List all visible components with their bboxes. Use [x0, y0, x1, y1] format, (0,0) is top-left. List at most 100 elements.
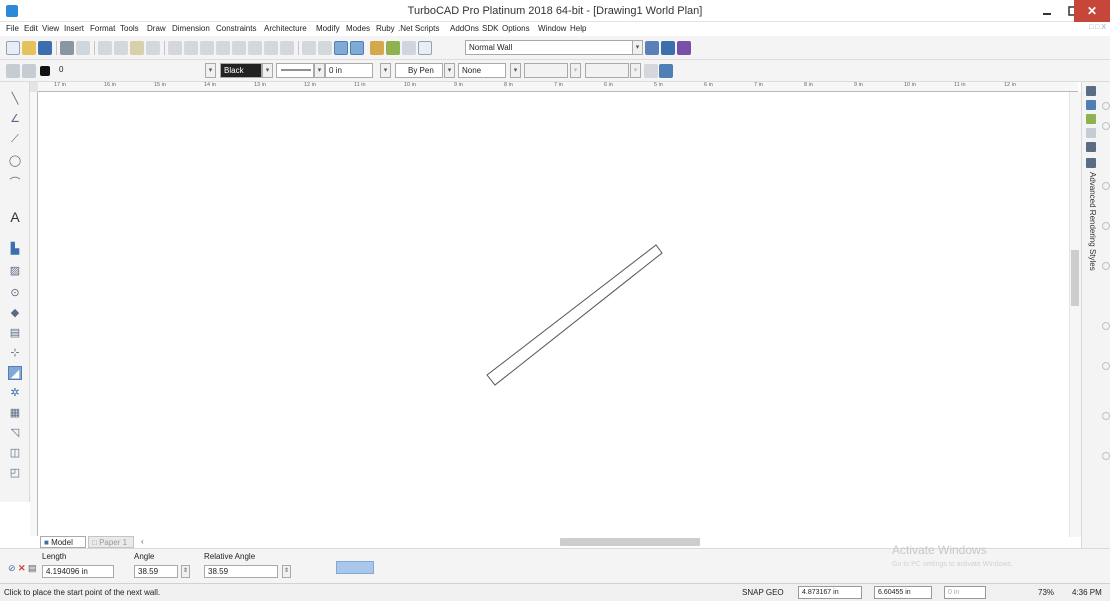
advanced-rendering-styles-tab[interactable]: Advanced Rendering Styles — [1088, 172, 1097, 271]
layer-select[interactable]: 0 — [56, 63, 204, 78]
zoom-out-icon[interactable] — [216, 41, 230, 55]
gear-icon[interactable]: ✲ — [8, 386, 22, 400]
menu-draw[interactable]: Draw — [147, 23, 166, 35]
x-coordinate-field[interactable]: 4.873167 in — [798, 586, 862, 599]
workplane-icon[interactable] — [302, 41, 316, 55]
redo-icon[interactable] — [184, 41, 198, 55]
circle-tool-icon[interactable]: ◯ — [8, 154, 22, 168]
snap-icon[interactable] — [318, 41, 332, 55]
layer-manager-icon[interactable] — [6, 64, 20, 78]
chevron-down-icon[interactable]: ▾ — [262, 63, 273, 78]
menu-architecture[interactable]: Architecture — [264, 23, 307, 35]
insert-tool-icon[interactable]: ◆ — [8, 306, 22, 320]
tab-scroll-left[interactable]: ‹ — [138, 536, 148, 548]
window-tool-icon[interactable]: ◰ — [8, 466, 22, 480]
menu-view[interactable]: View — [42, 23, 59, 35]
horizontal-scrollbar-thumb[interactable] — [560, 538, 700, 546]
render-panel-icon[interactable] — [1086, 142, 1096, 152]
menu-edit[interactable]: Edit — [24, 23, 38, 35]
menu-help[interactable]: Help — [570, 23, 586, 35]
print-icon[interactable] — [60, 41, 74, 55]
menu-tools[interactable]: Tools — [120, 23, 139, 35]
paste-icon[interactable] — [130, 41, 144, 55]
chevron-down-icon[interactable]: ▾ — [444, 63, 455, 78]
minimize-button[interactable] — [1034, 0, 1060, 22]
save-icon[interactable] — [38, 41, 52, 55]
materials-panel-icon[interactable] — [1086, 114, 1096, 124]
polyline-tool-icon[interactable]: ∠ — [8, 112, 22, 126]
wall-tool-icon[interactable]: ◢ — [8, 366, 22, 380]
zoom-in-icon[interactable] — [200, 41, 214, 55]
menu-insert[interactable]: Insert — [64, 23, 84, 35]
line-tool-icon[interactable]: ╲ — [8, 92, 22, 106]
line-width-field[interactable]: 0 in — [325, 63, 373, 78]
layers-panel-icon[interactable] — [1086, 100, 1096, 110]
faint-tool-icon[interactable] — [1102, 452, 1110, 460]
faint-tool-icon[interactable] — [1102, 182, 1110, 190]
menu-dimension[interactable]: Dimension — [172, 23, 210, 35]
faint-tool-icon[interactable] — [1102, 262, 1110, 270]
zoom-extents-icon[interactable] — [248, 41, 262, 55]
pen-select[interactable]: By Pen — [395, 63, 443, 78]
mdi-controls[interactable]: □ □ X — [1089, 24, 1106, 31]
wall-segment[interactable] — [486, 244, 663, 386]
menu-format[interactable]: Format — [90, 23, 115, 35]
menu-sdk[interactable]: SDK — [482, 23, 498, 35]
text-tool-icon[interactable]: A — [8, 210, 22, 224]
wall-style-select[interactable]: Normal Wall — [465, 40, 633, 55]
finish-icon[interactable]: ⊘ — [8, 563, 16, 574]
close-button[interactable]: ✕ — [1074, 0, 1110, 22]
menu-addons[interactable]: AddOns — [450, 23, 479, 35]
menu-constraints[interactable]: Constraints — [216, 23, 256, 35]
camera-view-icon[interactable] — [677, 41, 691, 55]
faint-tool-icon[interactable] — [1102, 222, 1110, 230]
styles-panel-icon[interactable] — [1086, 158, 1096, 168]
layer-visibility-icon[interactable] — [22, 64, 36, 78]
options-icon[interactable]: ▤ — [28, 563, 37, 574]
symbol-tool-icon[interactable]: ⊙ — [8, 286, 22, 300]
double-line-tool-icon[interactable]: ⟋ — [8, 132, 22, 146]
menu-modify[interactable]: Modify — [316, 23, 340, 35]
angle-spinner[interactable]: ⇕ — [181, 565, 190, 578]
grid-icon[interactable] — [280, 41, 294, 55]
palette-icon[interactable] — [1086, 86, 1096, 96]
hatch-tool-icon[interactable]: ▨ — [8, 264, 22, 278]
table-tool-icon[interactable]: ▦ — [8, 406, 22, 420]
y-coordinate-field[interactable]: 6.60455 in — [874, 586, 932, 599]
angle-field[interactable]: 38.59 — [134, 565, 178, 578]
chevron-down-icon[interactable]: ▾ — [632, 40, 643, 55]
z-coordinate-field[interactable]: 0 in — [944, 586, 986, 599]
chevron-down-icon[interactable]: ▾ — [205, 63, 216, 78]
tab-model[interactable]: ■ Model — [40, 536, 86, 548]
menu-net-scripts[interactable]: .Net Scripts — [398, 23, 439, 35]
color-select[interactable]: Black — [220, 63, 262, 78]
faint-tool-icon[interactable] — [1102, 412, 1110, 420]
dimension-tool-icon[interactable]: ▙ — [8, 242, 22, 256]
camera-icon[interactable] — [402, 41, 416, 55]
menu-file[interactable]: File — [6, 23, 19, 35]
faint-tool-icon[interactable] — [1102, 122, 1110, 130]
faint-tool-icon[interactable] — [1102, 362, 1110, 370]
relative-angle-field[interactable]: 38.59 — [204, 565, 278, 578]
blocks-panel-icon[interactable] — [1086, 128, 1096, 138]
chevron-down-icon[interactable]: ▾ — [510, 63, 521, 78]
render-icon[interactable] — [370, 41, 384, 55]
faint-tool-icon[interactable] — [1102, 322, 1110, 330]
menu-window[interactable]: Window — [538, 23, 566, 35]
snap-mode[interactable]: SNAP GEO — [742, 588, 784, 597]
zoom-previous-icon[interactable] — [264, 41, 278, 55]
faint-tool-icon[interactable] — [1102, 102, 1110, 110]
tab-paper[interactable]: □ Paper 1 — [88, 536, 134, 548]
menu-options[interactable]: Options — [502, 23, 530, 35]
length-field[interactable]: 4.194096 in — [42, 565, 114, 578]
wall-tool-icon[interactable] — [418, 41, 432, 55]
zoom-window-icon[interactable] — [232, 41, 246, 55]
undo-icon[interactable] — [168, 41, 182, 55]
app-icon[interactable] — [6, 5, 18, 17]
relative-angle-spinner[interactable]: ⇕ — [282, 565, 291, 578]
copy-icon[interactable] — [114, 41, 128, 55]
menu-ruby[interactable]: Ruby — [376, 23, 395, 35]
chevron-down-icon[interactable]: ▾ — [314, 63, 325, 78]
snap-tool-icon[interactable]: ⊹ — [8, 346, 22, 360]
drawing-canvas[interactable] — [39, 92, 1068, 534]
